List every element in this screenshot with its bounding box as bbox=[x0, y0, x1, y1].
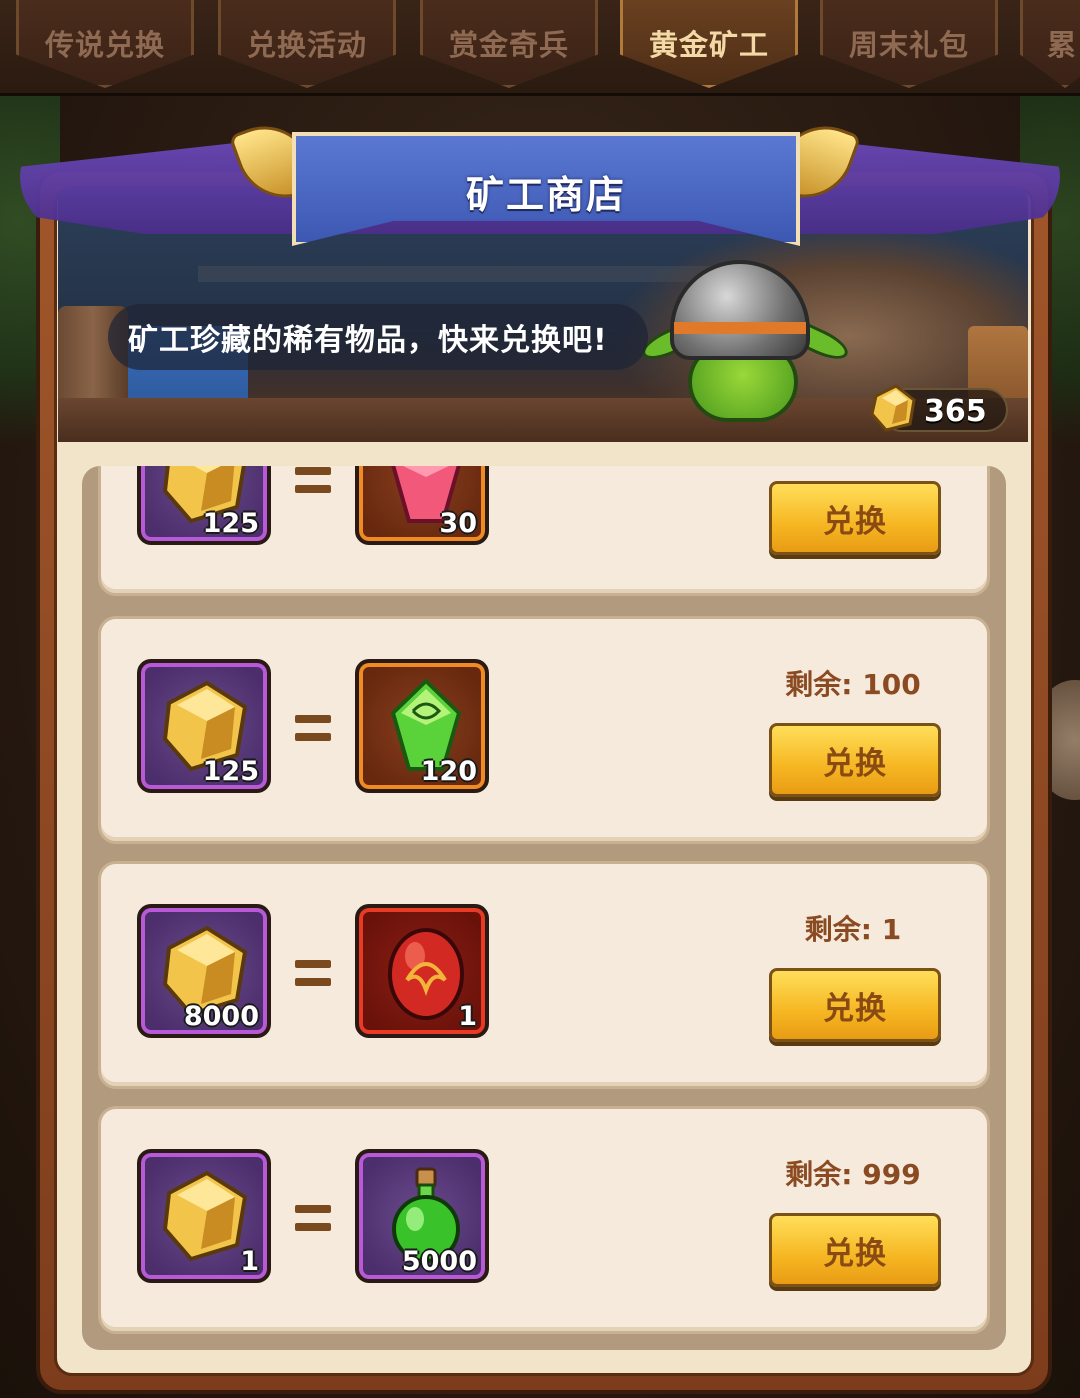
remaining-count: 剩余: 100 bbox=[785, 668, 921, 701]
currency-amount: 365 bbox=[924, 394, 987, 429]
tab-bar: 传说兑换 兑换活动 赏金奇兵 黄金矿工 周末礼包 累 bbox=[0, 0, 1080, 96]
exchange-button[interactable]: 兑换 bbox=[769, 968, 941, 1042]
exchange-row: 1 5000 剩余: 999 兑换 bbox=[98, 1106, 990, 1334]
exchange-row: 125 120 剩余: 100 兑换 bbox=[98, 616, 990, 844]
miner-helmet bbox=[670, 260, 810, 360]
equals-sign bbox=[295, 960, 331, 986]
tab-cumulative[interactable]: 累 bbox=[1020, 0, 1080, 88]
helmet-stripe bbox=[674, 322, 806, 334]
reward-quantity: 1 bbox=[458, 1001, 477, 1032]
tab-exchange-event[interactable]: 兑换活动 bbox=[218, 0, 396, 88]
equals-sign bbox=[295, 1205, 331, 1231]
cost-quantity: 125 bbox=[202, 508, 259, 539]
cost-quantity: 125 bbox=[202, 756, 259, 787]
remaining-count: 剩余: 999 bbox=[785, 1158, 921, 1191]
tab-label: 累 bbox=[1047, 28, 1078, 62]
tab-legend-exchange[interactable]: 传说兑换 bbox=[16, 0, 194, 88]
exchange-button-label: 兑换 bbox=[823, 503, 887, 540]
tab-label: 周末礼包 bbox=[848, 28, 969, 62]
equals-sign bbox=[295, 467, 331, 493]
cost-quantity: 1 bbox=[240, 1246, 259, 1277]
shop-subtitle: 矿工珍藏的稀有物品，快来兑换吧! bbox=[128, 323, 608, 358]
tab-weekend-pack[interactable]: 周末礼包 bbox=[820, 0, 998, 88]
cost-item-slot[interactable]: 125 bbox=[137, 659, 271, 793]
cost-item-slot[interactable]: 1 bbox=[137, 1149, 271, 1283]
tab-label: 传说兑换 bbox=[44, 28, 165, 62]
reward-quantity: 5000 bbox=[401, 1246, 477, 1277]
reward-item-slot[interactable]: 30 bbox=[355, 466, 489, 545]
shop-subtitle-bubble: 矿工珍藏的稀有物品，快来兑换吧! bbox=[108, 304, 648, 370]
tab-gold-miner[interactable]: 黄金矿工 bbox=[620, 0, 798, 88]
exchange-button[interactable]: 兑换 bbox=[769, 1213, 941, 1287]
cost-quantity: 8000 bbox=[183, 1001, 259, 1032]
gold-ore-currency: 365 bbox=[870, 384, 1008, 432]
goblin-miner-character bbox=[630, 250, 870, 440]
gold-ore-icon bbox=[870, 384, 916, 432]
cost-item-slot[interactable]: 125 bbox=[137, 466, 271, 545]
exchange-row: 8000 1 剩余: 1 兑换 bbox=[98, 861, 990, 1089]
reward-quantity: 30 bbox=[439, 508, 477, 539]
remaining-count: 剩余: 1 bbox=[804, 913, 902, 946]
reward-item-slot[interactable]: 120 bbox=[355, 659, 489, 793]
exchange-list[interactable]: 125 30 兑换 125 120 剩余: 100 兑换 8000 1 剩余: … bbox=[82, 466, 1006, 1350]
shop-title: 矿工商店 bbox=[465, 173, 626, 217]
reward-quantity: 120 bbox=[420, 756, 477, 787]
exchange-button[interactable]: 兑换 bbox=[769, 481, 941, 555]
tab-label: 黄金矿工 bbox=[648, 28, 769, 62]
reward-item-slot[interactable]: 5000 bbox=[355, 1149, 489, 1283]
reward-item-slot[interactable]: 1 bbox=[355, 904, 489, 1038]
tab-label: 赏金奇兵 bbox=[448, 28, 569, 62]
tab-label: 兑换活动 bbox=[246, 28, 367, 62]
exchange-row: 125 30 兑换 bbox=[98, 466, 990, 596]
equals-sign bbox=[295, 715, 331, 741]
cost-item-slot[interactable]: 8000 bbox=[137, 904, 271, 1038]
exchange-button-label: 兑换 bbox=[823, 745, 887, 782]
tab-bounty-soldiers[interactable]: 赏金奇兵 bbox=[420, 0, 598, 88]
exchange-button-label: 兑换 bbox=[823, 1235, 887, 1272]
exchange-button-label: 兑换 bbox=[823, 990, 887, 1027]
exchange-button[interactable]: 兑换 bbox=[769, 723, 941, 797]
